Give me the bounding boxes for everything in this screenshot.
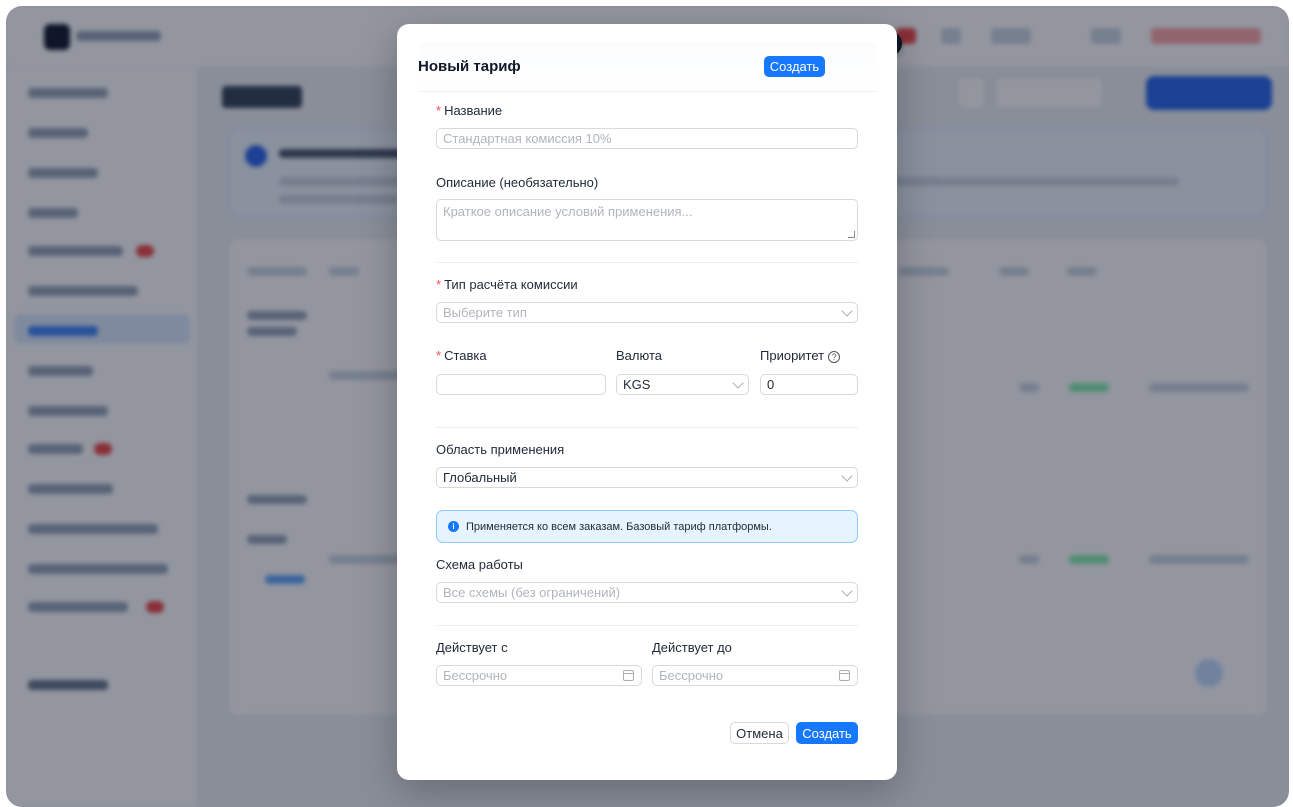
scope-info-alert: i Применяется ко всем заказам. Базовый та…: [436, 510, 858, 543]
rate-input[interactable]: [436, 374, 606, 395]
name-label: * Название: [436, 103, 503, 118]
calc-type-label: * Тип расчёта комиссии: [436, 277, 578, 292]
question-circle-icon[interactable]: ?: [828, 350, 841, 363]
currency-label: Валюта: [616, 348, 662, 363]
divider: [436, 262, 858, 263]
create-button[interactable]: Создать: [796, 722, 858, 744]
valid-from-datepicker[interactable]: Бессрочно: [436, 665, 642, 686]
chevron-down-icon: [841, 585, 853, 597]
description-textarea[interactable]: Краткое описание условий применения...: [436, 199, 858, 241]
calendar-icon: [839, 670, 850, 681]
description-label: Описание (необязательно): [436, 175, 599, 190]
priority-input[interactable]: 0: [760, 374, 858, 395]
cancel-button[interactable]: Отмена: [730, 722, 789, 744]
divider: [436, 625, 858, 626]
info-icon: i: [448, 521, 459, 532]
new-tariff-modal: Новый тариф Создать * Название Стандартна…: [397, 24, 897, 780]
name-input[interactable]: Стандартная комиссия 10%: [436, 128, 858, 149]
resize-grip-icon[interactable]: [848, 231, 855, 238]
scope-label: Область применения: [436, 442, 565, 457]
valid-to-datepicker[interactable]: Бессрочно: [652, 665, 858, 686]
scheme-select[interactable]: Все схемы (без ограничений): [436, 582, 858, 603]
calendar-icon: [623, 670, 634, 681]
modal-title: Новый тариф: [418, 58, 521, 75]
priority-label: Приоритет?: [760, 348, 841, 363]
calc-type-select[interactable]: Выберите тип: [436, 302, 858, 323]
currency-select[interactable]: KGS: [616, 374, 749, 395]
scheme-label: Схема работы: [436, 557, 523, 572]
chevron-down-icon: [732, 377, 744, 389]
divider: [436, 427, 858, 428]
chevron-down-icon: [841, 305, 853, 317]
chevron-down-icon: [841, 470, 853, 482]
valid-to-label: Действует до: [652, 640, 732, 655]
valid-from-label: Действует с: [436, 640, 508, 655]
rate-label: * Ставка: [436, 348, 487, 363]
header-create-button[interactable]: Создать: [764, 56, 825, 77]
scope-select[interactable]: Глобальный: [436, 467, 858, 488]
